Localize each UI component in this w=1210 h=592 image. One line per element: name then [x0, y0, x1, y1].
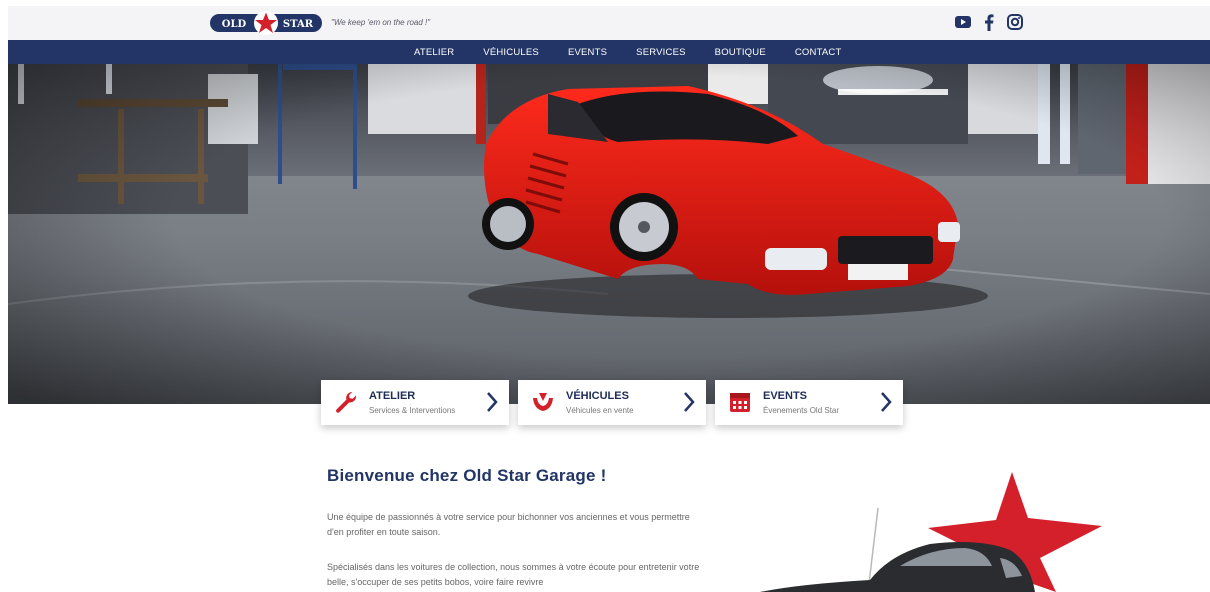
card-vehicules[interactable]: VÉHICULES Véhicules en vente [518, 380, 706, 425]
card-subtitle: Évenements Old Star [763, 406, 840, 415]
chevron-right-icon [682, 390, 696, 414]
nav-item-contact[interactable]: CONTACT [795, 47, 842, 58]
hero-image [8, 64, 1210, 404]
welcome-paragraph: Une équipe de passionnés à votre service… [327, 512, 690, 537]
calendar-icon [727, 389, 753, 415]
social-links [954, 13, 1024, 31]
steering-icon [530, 389, 556, 415]
facebook-icon[interactable] [980, 13, 998, 31]
card-title: ATELIER [369, 390, 416, 402]
nav-item-services[interactable]: SERVICES [636, 47, 685, 58]
card-title: EVENTS [763, 390, 808, 402]
welcome-title: Bienvenue chez Old Star Garage ! [327, 466, 607, 485]
welcome-paragraph: Spécialisés dans les voitures de collect… [327, 562, 700, 587]
tagline: "We keep 'em on the road !" [331, 18, 431, 27]
instagram-icon[interactable] [1006, 13, 1024, 31]
card-subtitle: Véhicules en vente [566, 406, 634, 415]
main-nav: ATELIER VÉHICULES EVENTS SERVICES BOUTIQ… [8, 40, 1210, 64]
card-title: VÉHICULES [566, 390, 629, 402]
card-subtitle: Services & Interventions [369, 406, 456, 415]
nav-item-vehicules[interactable]: VÉHICULES [483, 47, 539, 58]
quick-links: ATELIER Services & Interventions VÉHICUL… [321, 380, 903, 425]
wrench-icon [333, 389, 359, 415]
youtube-icon[interactable] [954, 13, 972, 31]
card-events[interactable]: EVENTS Évenements Old Star [715, 380, 903, 425]
top-bar: OLD STAR "We keep 'em on the road !" [8, 6, 1210, 40]
logo-text-old: OLD [222, 19, 247, 30]
chevron-right-icon [485, 390, 499, 414]
nav-item-boutique[interactable]: BOUTIQUE [715, 47, 766, 58]
star-car-illustration [760, 466, 1120, 592]
logo-text-star: STAR [283, 19, 314, 30]
chevron-right-icon [879, 390, 893, 414]
nav-item-events[interactable]: EVENTS [568, 47, 607, 58]
page: OLD STAR "We keep 'em on the road !" ATE… [0, 0, 1210, 592]
site-logo[interactable]: OLD STAR [210, 11, 322, 35]
card-atelier[interactable]: ATELIER Services & Interventions [321, 380, 509, 425]
nav-item-atelier[interactable]: ATELIER [414, 47, 454, 58]
